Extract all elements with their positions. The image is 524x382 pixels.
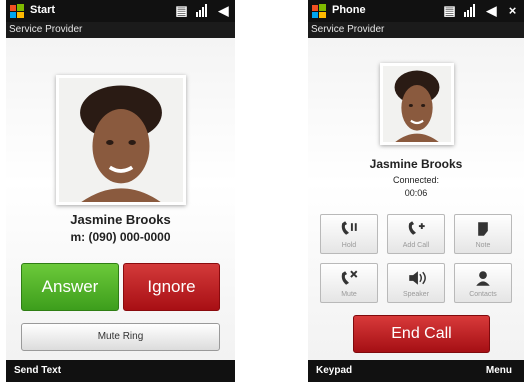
ignore-button[interactable]: Ignore bbox=[123, 263, 220, 311]
title-bar: Phone ▤ ◀︎ × bbox=[308, 0, 524, 22]
service-provider: Service Provider bbox=[308, 22, 524, 38]
status-icons: ▤ ◀︎ bbox=[174, 3, 231, 18]
note-button[interactable]: Note bbox=[454, 214, 512, 254]
volume-icon[interactable]: ◀︎ bbox=[484, 3, 499, 18]
windows-start-icon[interactable] bbox=[311, 3, 327, 19]
mute-button[interactable]: Mute bbox=[320, 263, 378, 303]
screenshot-stage: Start ▤ ◀︎ Service Provider Jasmine Broo… bbox=[0, 0, 524, 382]
speaker-icon bbox=[409, 271, 426, 285]
hold-button[interactable]: Hold bbox=[320, 214, 378, 254]
note-icon bbox=[478, 222, 488, 236]
contacts-label: Contacts bbox=[469, 291, 497, 298]
contacts-icon bbox=[476, 271, 490, 286]
call-timer: 00:06 bbox=[404, 188, 428, 198]
call-body: Jasmine Brooks m: (090) 000-0000 Answer … bbox=[6, 38, 235, 360]
contact-photo-image bbox=[383, 66, 451, 142]
softkey-menu[interactable]: Menu bbox=[486, 360, 512, 382]
signal-icon[interactable] bbox=[463, 3, 478, 18]
app-title: Start bbox=[30, 4, 56, 16]
softkey-bar: Send Text bbox=[6, 360, 235, 382]
speaker-button[interactable]: Speaker bbox=[387, 263, 445, 303]
title-bar: Start ▤ ◀︎ bbox=[6, 0, 235, 22]
in-call-screen: Phone ▤ ◀︎ × Service Provider Jasmine Br… bbox=[308, 0, 524, 382]
windows-start-icon[interactable] bbox=[9, 3, 25, 19]
contact-name: Jasmine Brooks bbox=[70, 212, 171, 227]
contact-name: Jasmine Brooks bbox=[369, 157, 463, 171]
signal-icon[interactable] bbox=[195, 3, 210, 18]
status-icons: ▤ ◀︎ × bbox=[442, 3, 520, 18]
app-title: Phone bbox=[332, 4, 366, 16]
contact-photo bbox=[380, 63, 454, 145]
end-call-button[interactable]: End Call bbox=[353, 315, 490, 353]
speaker-label: Speaker bbox=[402, 291, 430, 298]
connectivity-icon[interactable]: ▤ bbox=[442, 3, 457, 18]
contacts-button[interactable]: Contacts bbox=[454, 263, 512, 303]
hold-label: Hold bbox=[341, 242, 357, 249]
close-icon[interactable]: × bbox=[505, 3, 520, 18]
call-status: Connected: bbox=[392, 175, 440, 185]
incoming-call-screen: Start ▤ ◀︎ Service Provider Jasmine Broo… bbox=[6, 0, 235, 382]
add-call-icon bbox=[408, 221, 425, 235]
contact-number: m: (090) 000-0000 bbox=[70, 230, 171, 244]
softkey-send-text[interactable]: Send Text bbox=[14, 360, 61, 382]
softkey-keypad[interactable]: Keypad bbox=[316, 360, 352, 382]
softkey-bar: Keypad Menu bbox=[308, 360, 524, 382]
answer-button[interactable]: Answer bbox=[21, 263, 119, 311]
contact-photo-image bbox=[59, 78, 183, 202]
contact-photo bbox=[56, 75, 186, 205]
call-body: Jasmine Brooks Connected: 00:06 Hold Add… bbox=[308, 38, 524, 360]
hold-icon bbox=[341, 221, 357, 235]
service-provider-label: Service Provider bbox=[311, 24, 385, 35]
volume-icon[interactable]: ◀︎ bbox=[216, 3, 231, 18]
connectivity-icon[interactable]: ▤ bbox=[174, 3, 189, 18]
add-call-label: Add Call bbox=[402, 242, 430, 249]
mute-label: Mute bbox=[341, 291, 357, 298]
service-provider: Service Provider bbox=[6, 22, 235, 38]
call-controls: Hold Add Call Note Mute Speaker Contacts bbox=[320, 214, 512, 308]
mute-ring-button[interactable]: Mute Ring bbox=[21, 323, 220, 351]
mute-icon bbox=[341, 270, 358, 285]
note-label: Note bbox=[475, 242, 491, 249]
add-call-button[interactable]: Add Call bbox=[387, 214, 445, 254]
